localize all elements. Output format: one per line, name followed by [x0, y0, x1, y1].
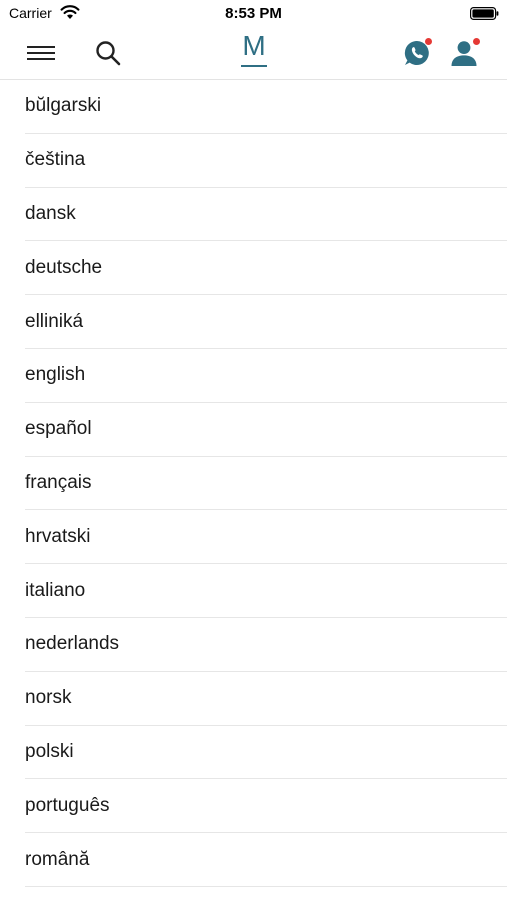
- status-bar: Carrier 8:53 PM: [0, 0, 507, 28]
- language-item-espanol[interactable]: español: [25, 403, 507, 457]
- battery-icon: [470, 7, 499, 20]
- language-item-romana[interactable]: română: [25, 833, 507, 887]
- status-time: 8:53 PM: [225, 5, 282, 22]
- logo-letter: M: [242, 30, 266, 61]
- language-item-english[interactable]: english: [25, 349, 507, 403]
- search-button[interactable]: [90, 36, 126, 70]
- language-item-francais[interactable]: français: [25, 457, 507, 511]
- app-logo[interactable]: M: [236, 30, 272, 70]
- account-notification-dot: [473, 38, 480, 45]
- whatsapp-notification-dot: [425, 38, 432, 45]
- language-item-hrvatski[interactable]: hrvatski: [25, 510, 507, 565]
- language-item-ellinika[interactable]: elliniká: [25, 295, 507, 349]
- whatsapp-button[interactable]: [398, 34, 436, 72]
- menu-button[interactable]: [22, 38, 60, 68]
- language-list: bŭlgarski čeština dansk deutsche ellinik…: [0, 80, 507, 887]
- hamburger-menu-icon: [27, 46, 55, 60]
- logo-underline: [241, 65, 267, 67]
- language-item-polski[interactable]: polski: [25, 726, 507, 780]
- app-header: M: [0, 28, 507, 80]
- search-icon: [96, 41, 121, 66]
- language-item-nederlands[interactable]: nederlands: [25, 618, 507, 672]
- language-item-norsk[interactable]: norsk: [25, 672, 507, 726]
- language-item-cestina[interactable]: čeština: [25, 134, 507, 188]
- account-button[interactable]: [444, 34, 484, 72]
- language-item-dansk[interactable]: dansk: [25, 188, 507, 242]
- language-item-portugues[interactable]: português: [25, 779, 507, 834]
- language-item-deutsche[interactable]: deutsche: [25, 241, 507, 296]
- language-item-bulgarski[interactable]: bŭlgarski: [25, 80, 507, 134]
- language-item-italiano[interactable]: italiano: [25, 564, 507, 618]
